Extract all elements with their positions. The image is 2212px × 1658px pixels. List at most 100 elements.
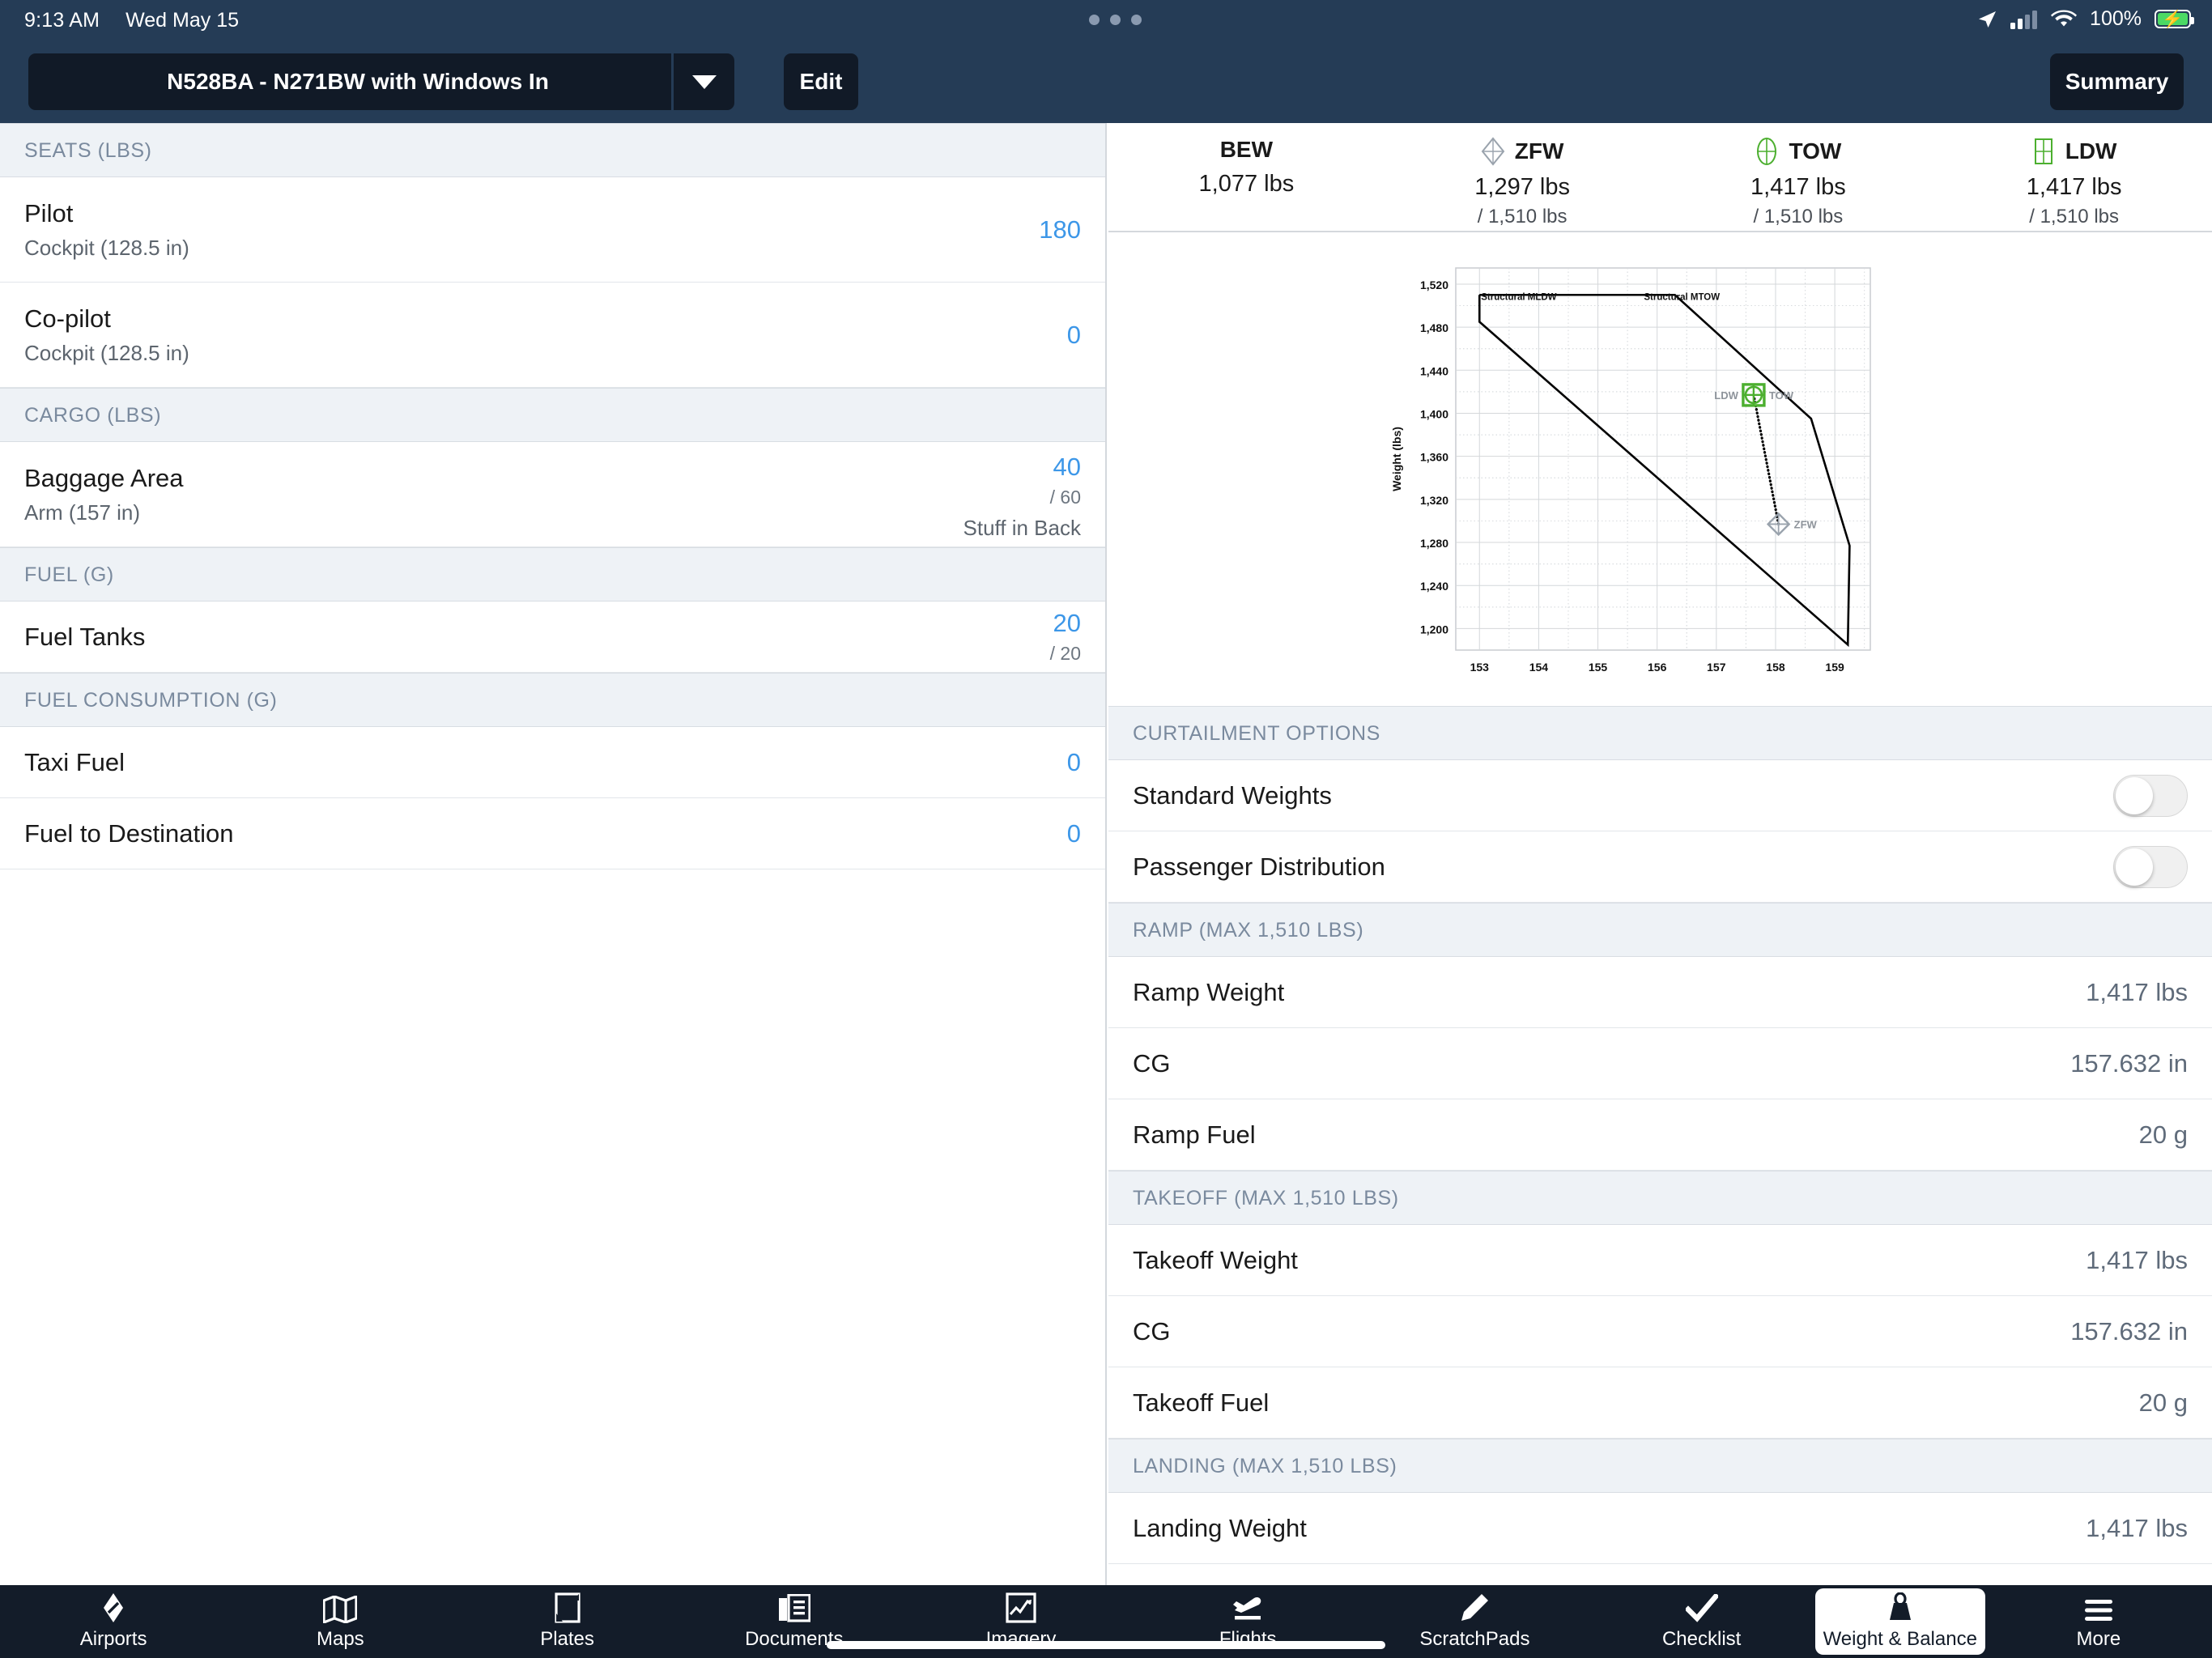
cg-envelope-chart[interactable]: 1,200 1,240 1,280 1,320 1,360 1,400 1,440 1,480… — [1108, 232, 2212, 706]
row-baggage-area[interactable]: Baggage Area Arm (157 in) 40 / 60 Stuff … — [0, 442, 1105, 547]
passenger-distribution-toggle[interactable] — [2113, 845, 2188, 888]
zfw-diamond-icon — [1481, 137, 1505, 166]
svg-text:Structural MTOW: Structural MTOW — [1644, 293, 1720, 303]
status-bar-right: 100% ⚡ — [1976, 7, 2194, 31]
tab-label: More — [2076, 1628, 2121, 1650]
summary-cell-ldw: LDW 1,417 lbs / 1,510 lbs — [1936, 123, 2212, 231]
svg-text:1,440: 1,440 — [1420, 364, 1448, 377]
home-indicator[interactable] — [827, 1641, 1385, 1649]
tab-maps[interactable]: Maps — [227, 1588, 453, 1655]
svg-text:Weight (lbs): Weight (lbs) — [1390, 427, 1403, 491]
row-takeoff-weight: Takeoff Weight 1,417 lbs — [1108, 1225, 2212, 1296]
row-taxi-fuel[interactable]: Taxi Fuel 0 — [0, 727, 1105, 798]
svg-text:156: 156 — [1648, 661, 1667, 674]
svg-text:157: 157 — [1707, 661, 1726, 674]
svg-text:ZFW: ZFW — [1794, 518, 1818, 530]
summary-value: 1,077 lbs — [1198, 171, 1295, 197]
battery-charging-icon: ⚡ — [2155, 10, 2194, 28]
aircraft-selector[interactable]: N528BA - N271BW with Windows In — [28, 53, 734, 110]
row-label: Ramp Fuel — [1133, 1120, 1256, 1149]
aircraft-name-label: N528BA - N271BW with Windows In — [167, 69, 549, 94]
standard-weights-toggle[interactable] — [2113, 774, 2188, 817]
row-value[interactable]: 0 — [1067, 321, 1081, 350]
weight-and-balance-screen: 9:13 AM Wed May 15 100% ⚡ N528BA - N271B… — [0, 0, 2212, 1658]
row-title: Pilot — [24, 198, 74, 227]
weight-icon — [1885, 1592, 1916, 1623]
section-header-fuel: FUEL (G) — [0, 547, 1105, 602]
row-value[interactable]: 180 — [1039, 215, 1081, 244]
summary-value: 1,297 lbs — [1474, 174, 1570, 200]
section-header-landing: LANDING (MAX 1,510 LBS) — [1108, 1439, 2212, 1493]
svg-text:1,280: 1,280 — [1420, 537, 1448, 550]
row-passenger-distribution[interactable]: Passenger Distribution — [1108, 831, 2212, 903]
status-date: Wed May 15 — [125, 9, 240, 32]
row-label: CG — [1133, 1316, 1171, 1346]
row-value[interactable]: 20 — [1050, 609, 1081, 638]
svg-text:1,360: 1,360 — [1420, 451, 1448, 464]
row-value: 1,417 lbs — [2086, 977, 2188, 1006]
summary-value: 1,417 lbs — [2026, 174, 2122, 200]
imagery-chart-icon — [1006, 1592, 1036, 1623]
tab-checklist[interactable]: Checklist — [1589, 1588, 1815, 1655]
chart-plot-area: 1,200 1,240 1,280 1,320 1,360 1,400 1,440 1,480… — [1385, 257, 1878, 686]
row-subtitle: Cockpit (128.5 in) — [24, 340, 189, 365]
summary-value: 1,417 lbs — [1750, 174, 1846, 200]
svg-text:TOW: TOW — [1769, 389, 1794, 402]
row-title: Fuel Tanks — [24, 622, 146, 651]
chevron-down-icon[interactable] — [671, 53, 734, 110]
weights-summary-strip: BEW 1,077 lbs ZFW 1,297 lbs / 1,510 lbs … — [1108, 123, 2212, 232]
row-label: Passenger Distribution — [1133, 852, 1385, 881]
multitask-dots-icon[interactable] — [1089, 15, 1142, 25]
row-title: Fuel to Destination — [24, 818, 234, 848]
tab-weight-and-balance[interactable]: Weight & Balance — [1814, 1588, 1985, 1655]
row-value: 157.632 in — [2070, 1316, 2188, 1346]
row-note: Stuff in Back — [963, 516, 1082, 540]
row-value[interactable]: 40 — [963, 453, 1081, 482]
location-arrow-icon — [1976, 9, 1997, 30]
status-bar: 9:13 AM Wed May 15 100% ⚡ — [0, 0, 2212, 40]
svg-text:1,320: 1,320 — [1420, 494, 1448, 507]
row-fuel-to-destination[interactable]: Fuel to Destination 0 — [0, 798, 1105, 869]
departing-plane-icon — [1230, 1592, 1266, 1623]
tab-scratchpads[interactable]: ScratchPads — [1361, 1588, 1588, 1655]
status-bar-left: 9:13 AM Wed May 15 — [24, 9, 239, 32]
row-pilot[interactable]: Pilot Cockpit (128.5 in) 180 — [0, 177, 1105, 283]
row-value: 1,417 lbs — [2086, 1245, 2188, 1274]
tab-more[interactable]: More — [1985, 1588, 2212, 1655]
summary-label: BEW — [1219, 137, 1274, 162]
section-header-fuel-consumption: FUEL CONSUMPTION (G) — [0, 673, 1105, 727]
row-label: Landing Weight — [1133, 1513, 1307, 1542]
svg-text:153: 153 — [1470, 661, 1490, 674]
compass-icon — [98, 1592, 129, 1623]
summary-button[interactable]: Summary — [2050, 53, 2184, 110]
row-copilot[interactable]: Co-pilot Cockpit (128.5 in) 0 — [0, 283, 1105, 388]
summary-label: ZFW — [1514, 138, 1564, 164]
row-ramp-cg: CG 157.632 in — [1108, 1028, 2212, 1099]
tab-label: Maps — [316, 1628, 364, 1650]
row-value[interactable]: 0 — [1067, 819, 1081, 848]
ldw-square-icon — [2031, 137, 2056, 166]
map-icon — [323, 1592, 358, 1623]
row-value[interactable]: 0 — [1067, 748, 1081, 777]
row-label: Ramp Weight — [1133, 977, 1285, 1006]
summary-cell-bew: BEW 1,077 lbs — [1108, 123, 1385, 231]
tab-plates[interactable]: Plates — [453, 1588, 680, 1655]
status-time: 9:13 AM — [24, 9, 100, 32]
row-ramp-fuel: Ramp Fuel 20 g — [1108, 1099, 2212, 1171]
row-standard-weights[interactable]: Standard Weights — [1108, 760, 2212, 831]
section-header-ramp: RAMP (MAX 1,510 LBS) — [1108, 903, 2212, 957]
svg-text:1,480: 1,480 — [1420, 321, 1448, 334]
summary-label: LDW — [2065, 138, 2117, 164]
checkmark-icon — [1685, 1592, 1718, 1623]
svg-text:1,200: 1,200 — [1420, 623, 1448, 636]
tab-airports[interactable]: Airports — [0, 1588, 227, 1655]
hamburger-icon — [2083, 1592, 2114, 1623]
summary-label: TOW — [1789, 138, 1842, 164]
row-max: / 60 — [1049, 487, 1081, 508]
svg-text:1,400: 1,400 — [1420, 407, 1448, 420]
row-fuel-tanks[interactable]: Fuel Tanks 20 / 20 — [0, 602, 1105, 673]
row-ramp-weight: Ramp Weight 1,417 lbs — [1108, 957, 2212, 1028]
section-header-curtailment: CURTAILMENT OPTIONS — [1108, 706, 2212, 760]
edit-button[interactable]: Edit — [784, 53, 858, 110]
svg-text:1,240: 1,240 — [1420, 580, 1448, 593]
